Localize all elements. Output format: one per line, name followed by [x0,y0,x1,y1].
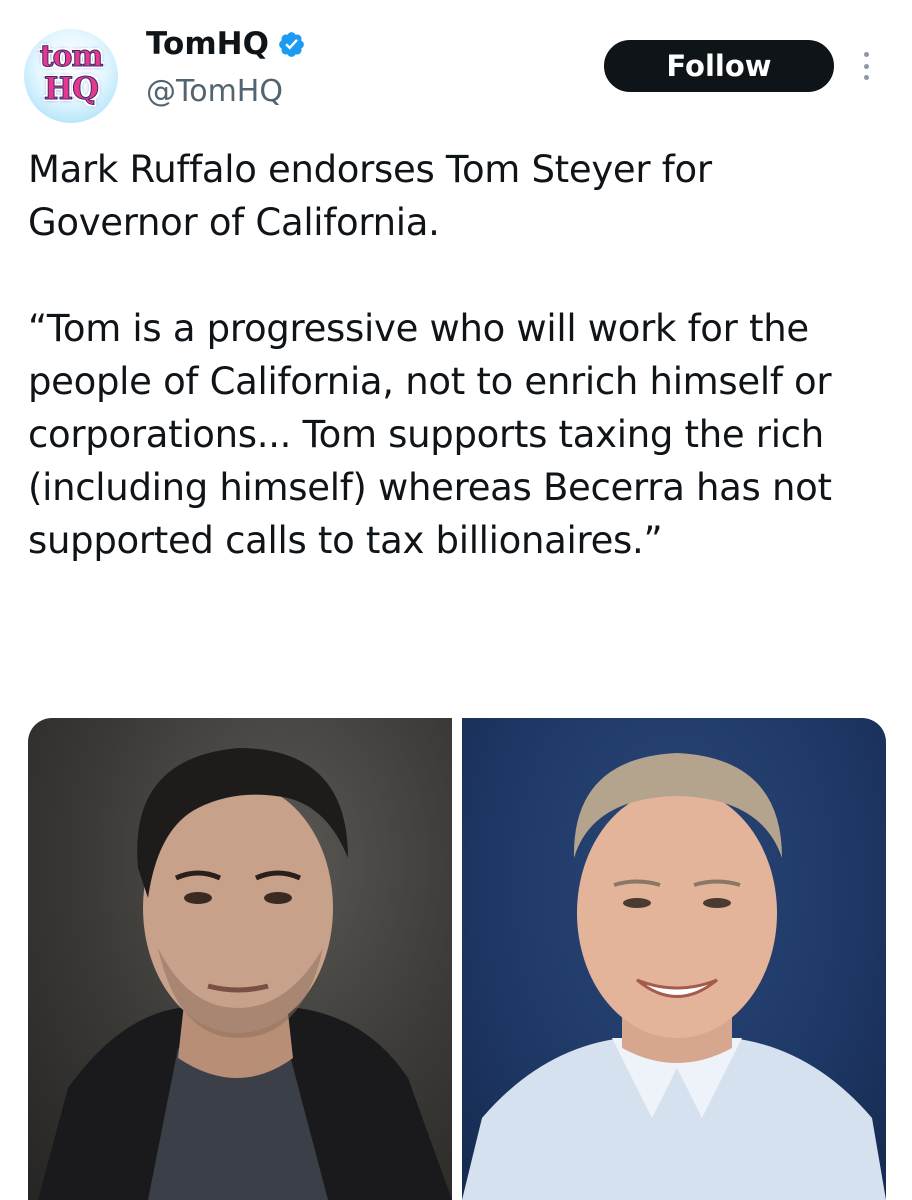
author-handle[interactable]: @TomHQ [146,74,283,109]
tweet-paragraph: Mark Ruffalo endorses Tom Steyer for Gov… [28,148,712,244]
author-name-row: TomHQ [146,25,306,63]
follow-button[interactable]: Follow [604,40,834,92]
media-photo-mark-ruffalo[interactable] [28,718,452,1200]
avatar-logo-text-bottom: HQ [43,71,99,107]
media-photo-tom-steyer[interactable] [462,718,886,1200]
author-display-name[interactable]: TomHQ [146,26,269,62]
tweet-paragraph: “Tom is a progressive who will work for … [28,307,832,562]
more-vertical-icon[interactable] [856,46,876,86]
portrait-illustration [38,748,452,1200]
media-grid [28,718,886,1200]
verified-badge-icon [279,31,304,57]
avatar[interactable]: tom HQ [24,29,118,123]
portrait-illustration [462,753,886,1200]
tweet-card: tom HQ TomHQ @TomHQ Follow Mark Ruffalo … [0,0,912,1200]
tweet-text: Mark Ruffalo endorses Tom Steyer for Gov… [28,143,888,567]
avatar-logo-text-top: tom [39,39,104,74]
